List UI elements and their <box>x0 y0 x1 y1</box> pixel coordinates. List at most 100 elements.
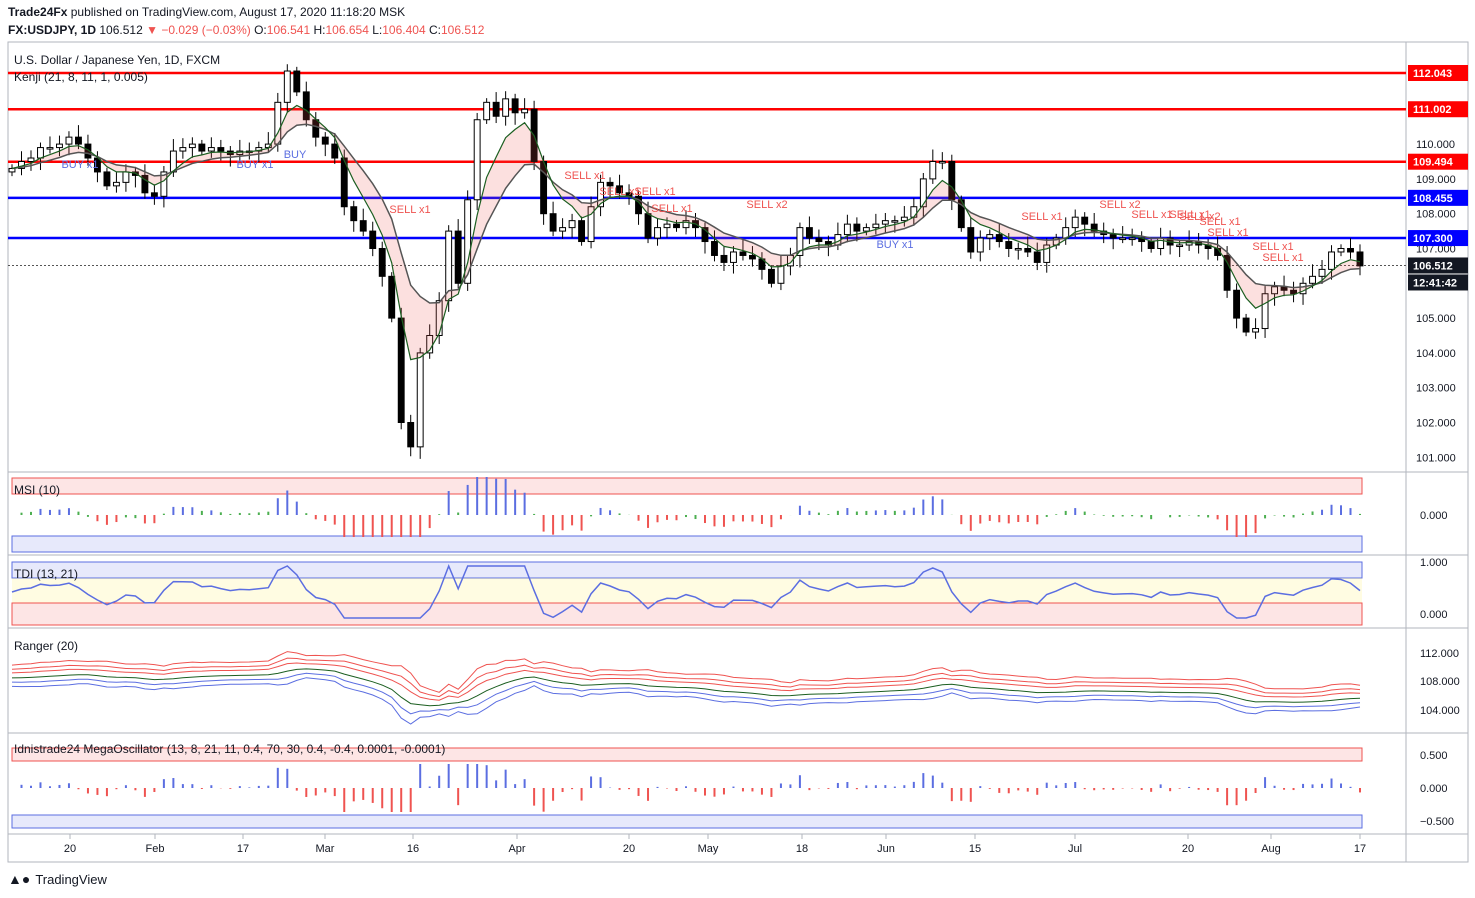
candle-down <box>767 268 775 284</box>
x-tick-label: 20 <box>64 843 76 855</box>
ranger-tick-label: 108.000 <box>1420 676 1460 688</box>
tradingview-brand[interactable]: ▲● TradingView <box>8 871 107 887</box>
candle-up <box>891 220 899 223</box>
x-tick-label: 17 <box>237 843 249 855</box>
candle-up <box>1309 275 1316 284</box>
sell-signal-label: SELL x1 <box>389 204 430 216</box>
candle-down <box>673 223 680 229</box>
candle-up <box>502 98 510 117</box>
candle-down <box>407 421 415 448</box>
sell-signal-label: SELL x1 <box>634 186 675 198</box>
candle-up <box>112 181 120 187</box>
kenji-indicator-label: Kenji (21, 8, 11, 1, 0.005) <box>14 70 148 84</box>
candle-up <box>122 171 130 183</box>
sell-signal-label: SELL x1 <box>1021 211 1062 223</box>
candle-down <box>995 234 1003 243</box>
level-tag-text: 107.300 <box>1413 233 1453 245</box>
candle-up <box>663 223 671 229</box>
buy-signal-label: BUY <box>284 149 307 161</box>
tdi-lower-band <box>11 602 1363 626</box>
candle-down <box>711 241 718 256</box>
candle-up <box>473 119 481 201</box>
x-tick-label: Jun <box>877 843 895 855</box>
candle-down <box>1242 317 1250 333</box>
sell-signal-label: SELL x1 <box>564 170 605 182</box>
mega-histogram <box>20 764 1361 812</box>
x-tick-label: 18 <box>796 843 808 855</box>
candle-up <box>1119 237 1127 241</box>
buy-signal-label: BUY x1 <box>236 159 273 171</box>
candle-up <box>1252 328 1260 333</box>
x-tick-label: 15 <box>969 843 981 855</box>
mega-tick-label: 0.500 <box>1420 750 1448 762</box>
x-tick-label: Mar <box>316 843 335 855</box>
price-tick-label: 102.000 <box>1416 417 1456 429</box>
candle-down <box>388 275 396 319</box>
msi-lower-band <box>11 535 1363 553</box>
level-tag-text: 109.494 <box>1413 157 1454 169</box>
sell-signal-label: SELL x1 <box>1131 209 1172 221</box>
candle-down <box>369 230 377 249</box>
price-tick-label: 104.000 <box>1416 348 1456 360</box>
candle-up <box>65 136 73 145</box>
tradingview-logo-icon: ▲● <box>8 871 31 887</box>
ranger-tick-label: 104.000 <box>1420 705 1460 717</box>
mega-tick-label: −0.500 <box>1420 816 1454 828</box>
candle-up <box>900 216 908 222</box>
candle-up <box>986 234 994 239</box>
ranger-band-line <box>11 677 1361 725</box>
msi-upper-band <box>11 477 1363 495</box>
candle-down <box>1005 241 1013 249</box>
candle-down <box>1233 289 1241 319</box>
candle-down <box>75 136 82 145</box>
level-tag-text: 108.455 <box>1413 193 1453 205</box>
candle-down <box>397 317 405 423</box>
candle-down <box>492 101 500 117</box>
candle-up <box>777 265 785 284</box>
price-tick-label: 103.000 <box>1416 383 1456 395</box>
chart-canvas[interactable]: 112.000111.000110.000109.000108.000107.0… <box>0 0 1475 898</box>
candle-up <box>730 251 737 263</box>
candle-down <box>644 213 652 239</box>
tdi-label: TDI (13, 21) <box>14 567 78 581</box>
x-tick-label: May <box>698 843 719 855</box>
candle-down <box>739 251 747 256</box>
level-tag-text: 112.043 <box>1413 68 1452 80</box>
candle-up <box>1128 237 1136 241</box>
ranger-tick-label: 112.000 <box>1420 648 1459 660</box>
candle-down <box>749 254 756 260</box>
candle-down <box>1024 247 1032 253</box>
candle-down <box>217 147 225 152</box>
x-tick-label: 20 <box>623 843 635 855</box>
candle-down <box>720 254 728 263</box>
candle-down <box>1147 241 1155 249</box>
candle-up <box>938 160 946 164</box>
ranger-band-line <box>11 657 1361 698</box>
x-tick-label: Aug <box>1261 843 1281 855</box>
price-tick-label: 110.000 <box>1416 139 1455 151</box>
candle-down <box>805 227 813 239</box>
candle-up <box>843 223 851 236</box>
candle-up <box>188 143 196 149</box>
brand-name: TradingView <box>35 871 107 887</box>
buy-signal-label: BUY x1 <box>876 239 913 251</box>
candle-down <box>350 206 358 222</box>
x-tick-label: 17 <box>1354 843 1366 855</box>
ranger-label: Ranger (20) <box>14 639 78 653</box>
candle-down <box>1033 251 1041 263</box>
candle-down <box>967 227 975 253</box>
last-price-tag-text: 106.512 <box>1413 260 1453 272</box>
price-tick-label: 101.000 <box>1416 452 1456 464</box>
candle-up <box>1337 247 1345 253</box>
candle-down <box>1347 247 1354 253</box>
ranger-band-line <box>11 651 1361 693</box>
candle-up <box>27 157 35 162</box>
candle-up <box>929 160 937 180</box>
candle-down <box>1081 216 1089 225</box>
candle-up <box>483 101 491 121</box>
sell-signal-label: SELL x1 <box>651 203 692 215</box>
candle-up <box>1071 216 1079 229</box>
buy-signal-label: BUY x1 <box>61 159 98 171</box>
candle-up <box>976 237 984 253</box>
candle-down <box>359 220 367 232</box>
